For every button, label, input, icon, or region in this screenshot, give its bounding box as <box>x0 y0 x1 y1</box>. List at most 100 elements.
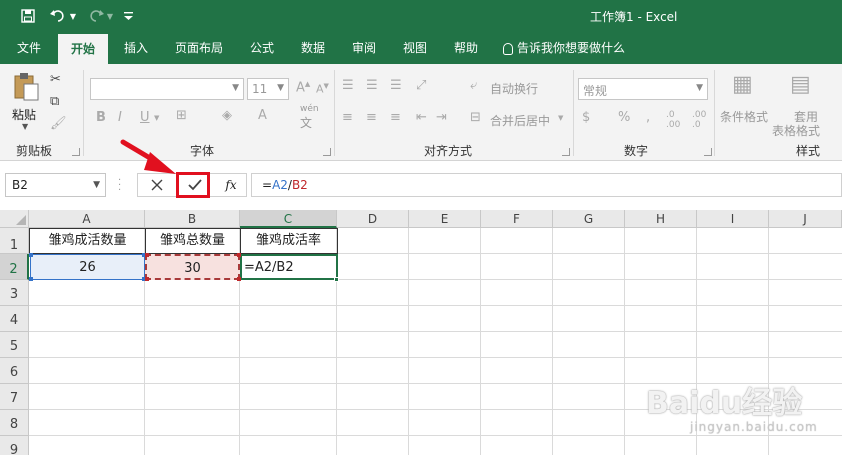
column-header-i[interactable]: I <box>697 210 769 228</box>
font-size-value: 11 <box>252 82 268 96</box>
row-header-5[interactable]: 5 <box>0 332 29 358</box>
align-middle-icon[interactable]: ☰ <box>366 78 378 93</box>
cell-a2[interactable]: 26 <box>30 254 145 280</box>
column-header-a[interactable]: A <box>29 210 145 228</box>
align-top-icon[interactable]: ☰ <box>342 78 354 93</box>
font-name-combo[interactable]: ▼ <box>90 78 244 100</box>
increase-indent-icon[interactable]: ⇥ <box>436 110 447 125</box>
select-all-corner[interactable] <box>0 210 29 228</box>
clipboard-group-label: 剪贴板 <box>16 144 53 158</box>
ribbon-tabs: 文件 开始 插入 页面布局 公式 数据 审阅 视图 帮助 告诉我你想要做什么 <box>0 32 842 64</box>
tab-data[interactable]: 数据 <box>289 32 337 64</box>
tab-file[interactable]: 文件 <box>5 32 53 64</box>
orientation-icon[interactable]: ⤢ <box>416 78 426 93</box>
font-color-icon[interactable]: A <box>258 108 267 123</box>
format-table-button-line2[interactable]: 表格格式 <box>772 122 820 139</box>
percent-icon[interactable]: % <box>618 110 630 125</box>
decrease-decimal-icon[interactable]: .00.0 <box>692 110 706 130</box>
alignment-launcher-icon[interactable] <box>562 148 570 156</box>
align-bottom-icon[interactable]: ☰ <box>390 78 402 93</box>
cell-c1[interactable]: 雏鸡成活率 <box>240 228 338 254</box>
column-header-d[interactable]: D <box>337 210 409 228</box>
clipboard-launcher-icon[interactable] <box>72 148 80 156</box>
tab-review[interactable]: 审阅 <box>340 32 388 64</box>
formula-input[interactable]: =A2/B2 <box>251 173 842 197</box>
insert-function-icon[interactable]: fx <box>216 174 246 196</box>
column-header-c[interactable]: C <box>240 210 337 228</box>
row-header-9[interactable]: 9 <box>0 436 29 455</box>
cell-c2[interactable]: =A2/B2 <box>240 254 338 280</box>
wrap-text-icon[interactable]: ⤶ <box>470 78 477 93</box>
currency-icon[interactable]: $ <box>582 110 590 125</box>
decrease-indent-icon[interactable]: ⇤ <box>416 110 427 125</box>
tab-help[interactable]: 帮助 <box>442 32 490 64</box>
paste-button[interactable]: 粘贴 ▼ <box>8 72 44 131</box>
baidu-watermark-url: jingyan.baidu.com <box>690 420 818 434</box>
bold-icon[interactable]: B <box>96 110 106 125</box>
cell-b2[interactable]: 30 <box>145 254 240 280</box>
undo-dropdown-icon[interactable]: ▼ <box>68 6 78 26</box>
align-left-icon[interactable]: ≡ <box>342 110 353 125</box>
copy-icon[interactable]: ⧉ <box>50 94 59 109</box>
name-box[interactable]: B2 ▼ <box>5 173 106 197</box>
wrap-text-button[interactable]: 自动换行 <box>490 80 538 97</box>
redo-dropdown-icon[interactable]: ▼ <box>105 6 115 26</box>
format-table-icon[interactable]: ▤ <box>790 72 811 97</box>
redo-icon[interactable] <box>86 6 106 26</box>
save-icon[interactable] <box>18 6 38 26</box>
conditional-format-icon[interactable]: ▦ <box>732 72 753 97</box>
cell-a1[interactable]: 雏鸡成活数量 <box>29 228 146 254</box>
fill-handle[interactable] <box>334 277 339 282</box>
format-painter-icon[interactable]: 🖌 <box>50 116 67 131</box>
paste-dropdown-icon[interactable]: ▼ <box>22 122 28 131</box>
increase-decimal-icon[interactable]: .0.00 <box>666 110 680 130</box>
tell-me-text: 告诉我你想要做什么 <box>517 41 626 55</box>
undo-icon[interactable] <box>48 6 68 26</box>
row-header-2[interactable]: 2 <box>0 254 29 280</box>
customize-quick-access-icon[interactable] <box>121 6 135 26</box>
column-header-f[interactable]: F <box>481 210 553 228</box>
cut-icon[interactable]: ✂ <box>50 72 61 87</box>
underline-dropdown-icon[interactable]: ▼ <box>154 114 159 122</box>
row-header-6[interactable]: 6 <box>0 358 29 384</box>
row-header-1[interactable]: 1 <box>0 228 29 254</box>
number-launcher-icon[interactable] <box>704 148 712 156</box>
fill-color-icon[interactable]: ◈ <box>222 108 232 123</box>
row-header-8[interactable]: 8 <box>0 410 29 436</box>
column-header-j[interactable]: J <box>769 210 842 228</box>
align-right-icon[interactable]: ≡ <box>390 110 401 125</box>
increase-font-icon[interactable]: A▲ <box>296 80 310 95</box>
merge-dropdown-icon[interactable]: ▼ <box>558 114 563 122</box>
row-header-7[interactable]: 7 <box>0 384 29 410</box>
formula-bar-grip-icon[interactable]: · · · <box>118 176 121 196</box>
conditional-format-button[interactable]: 条件格式 <box>720 108 768 125</box>
column-header-g[interactable]: G <box>553 210 625 228</box>
ref-b2-handle <box>237 253 241 257</box>
phonetic-icon[interactable]: wén 文 <box>300 104 319 131</box>
tab-page-layout[interactable]: 页面布局 <box>163 32 235 64</box>
underline-icon[interactable]: U <box>140 110 150 125</box>
cell-b1[interactable]: 雏鸡总数量 <box>145 228 241 254</box>
column-header-e[interactable]: E <box>409 210 481 228</box>
tab-view[interactable]: 视图 <box>391 32 439 64</box>
merge-center-button[interactable]: 合并后居中 <box>490 112 550 129</box>
tab-insert[interactable]: 插入 <box>112 32 160 64</box>
align-center-icon[interactable]: ≡ <box>366 110 377 125</box>
merge-center-icon[interactable]: ⊟ <box>470 110 481 125</box>
italic-icon[interactable]: I <box>118 110 122 125</box>
font-size-combo[interactable]: 11 ▼ <box>247 78 289 100</box>
decrease-font-icon[interactable]: A▼ <box>316 82 329 96</box>
row-header-3[interactable]: 3 <box>0 280 29 306</box>
number-format-combo[interactable]: 常规 ▼ <box>578 78 708 100</box>
ref-b2-handle <box>145 277 149 281</box>
tell-me-box[interactable]: 告诉我你想要做什么 <box>503 32 625 64</box>
comma-icon[interactable]: , <box>646 110 650 125</box>
border-icon[interactable]: ⊞ <box>176 108 187 123</box>
font-launcher-icon[interactable] <box>323 148 331 156</box>
name-box-dropdown-icon[interactable]: ▼ <box>93 174 100 196</box>
column-header-b[interactable]: B <box>145 210 240 228</box>
row-header-4[interactable]: 4 <box>0 306 29 332</box>
column-header-h[interactable]: H <box>625 210 697 228</box>
tab-formulas[interactable]: 公式 <box>239 32 285 64</box>
tab-home[interactable]: 开始 <box>58 34 108 64</box>
